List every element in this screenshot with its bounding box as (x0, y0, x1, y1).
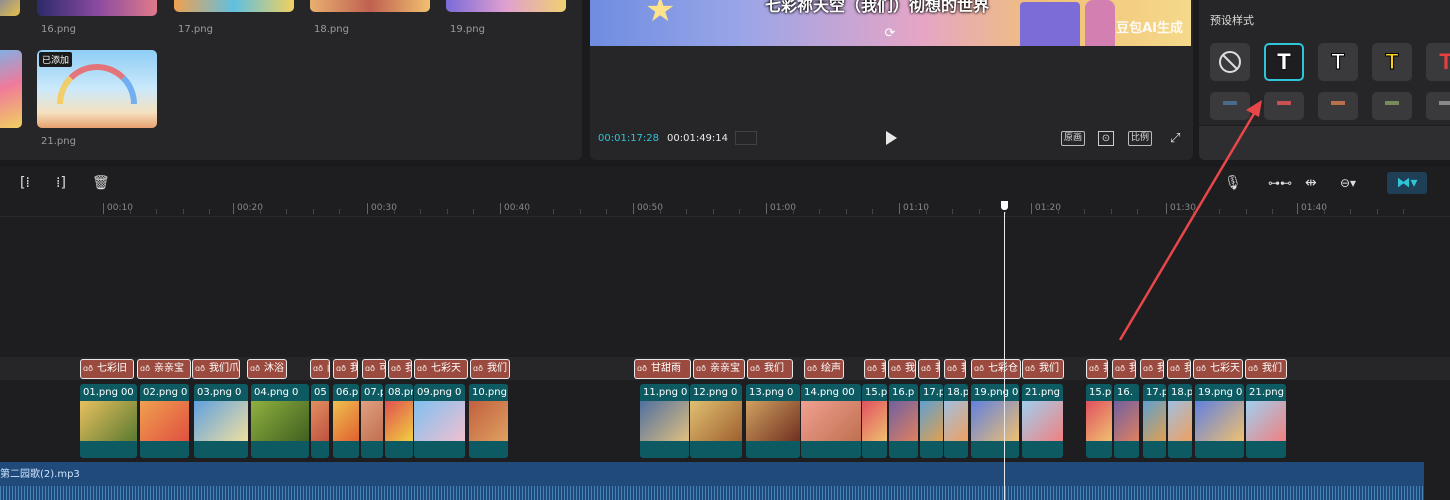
editor-window: 16.png 17.png 18.png 19.png 已添加 21.png ★… (0, 0, 1450, 500)
annotation-arrow (1118, 100, 1262, 341)
